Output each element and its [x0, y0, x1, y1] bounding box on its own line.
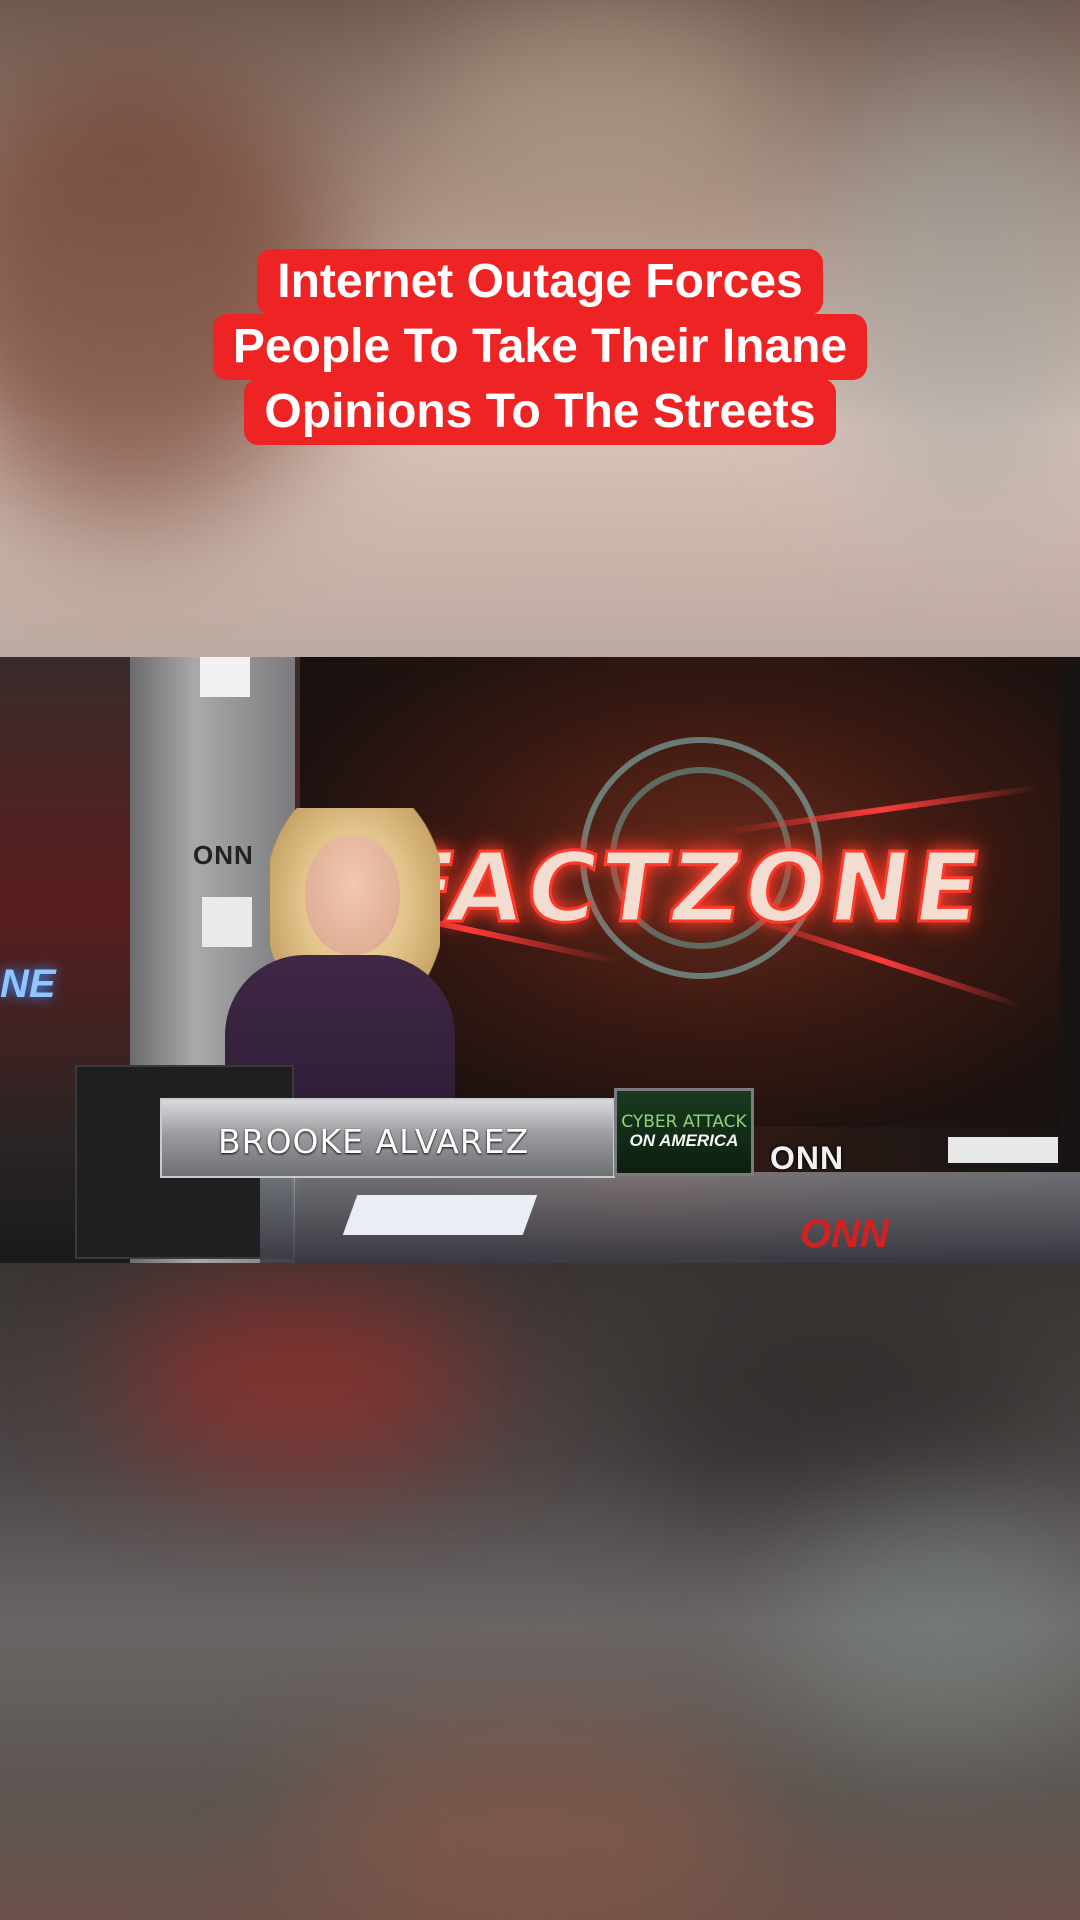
headline-caption: Internet Outage Forces People To Take Th… — [0, 249, 1080, 445]
pillar-panel — [202, 897, 252, 947]
desk-papers — [342, 1195, 538, 1235]
headline-line: Internet Outage Forces — [257, 249, 823, 315]
pillar-panel — [200, 657, 250, 697]
anchor-face — [305, 835, 400, 955]
anchor-name: BROOKE ALVAREZ — [218, 1122, 530, 1161]
factzone-logo: FACTZONE — [381, 831, 994, 946]
desk-onn-logo: ONN — [800, 1212, 889, 1256]
segment-title-box: CYBER ATTACK ON AMERICA — [614, 1088, 754, 1176]
headline-line: People To Take Their Inane — [212, 314, 868, 380]
lower-third-accent-bar — [948, 1137, 1058, 1163]
side-monitor-logo: NE — [0, 962, 56, 1006]
blur-blob — [620, 1300, 1040, 1520]
blur-blob — [120, 1290, 480, 1470]
lower-third-nameplate: BROOKE ALVAREZ — [160, 1098, 615, 1178]
segment-title-line1: CYBER ATTACK — [621, 1112, 747, 1132]
segment-title-line2: ON AMERICA — [629, 1131, 739, 1150]
onn-wall-logo: ONN — [193, 840, 254, 870]
blur-blob — [420, 0, 780, 240]
onn-network-bug: ONN — [770, 1140, 845, 1176]
blur-blob — [780, 1500, 1080, 1740]
headline-line: Opinions To The Streets — [244, 379, 836, 445]
